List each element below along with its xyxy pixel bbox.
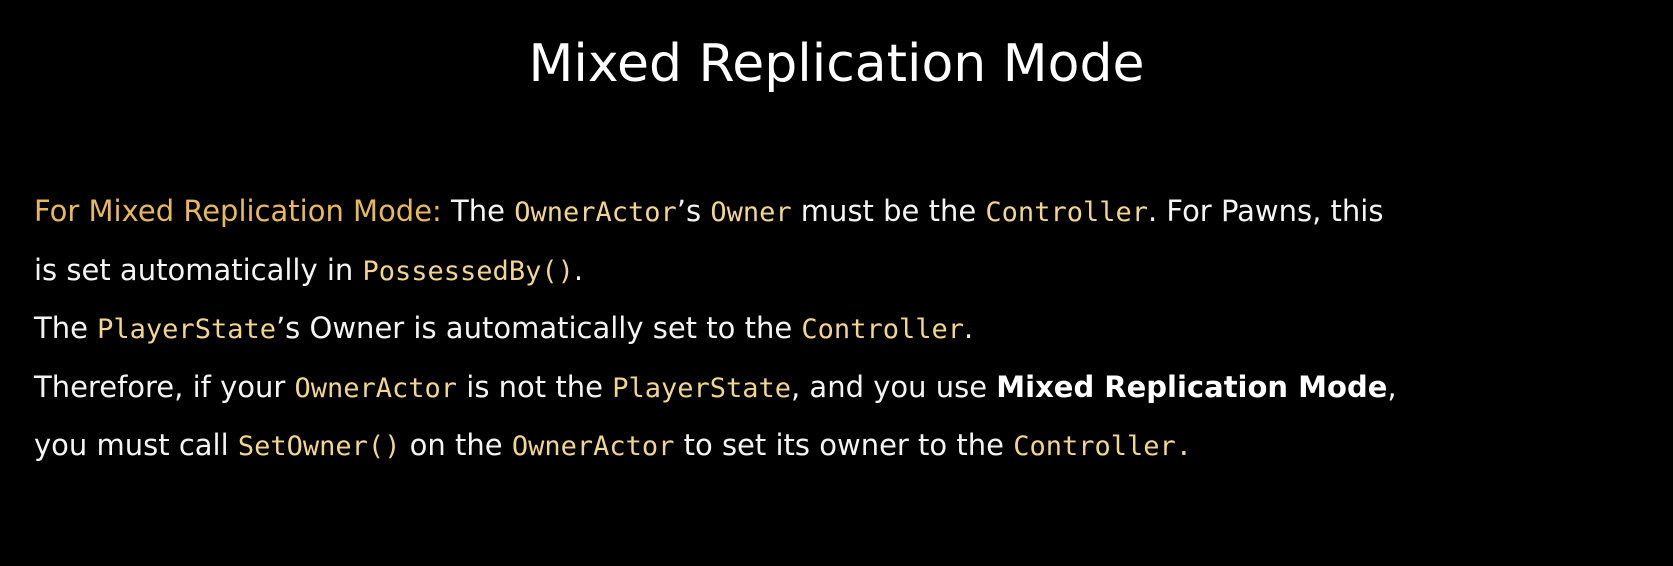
text-segment: ’s Owner is automatically set to the [275,311,802,345]
lead-label: For Mixed Replication Mode: [34,194,442,228]
body-line: Therefore, if your OwnerActor is not the… [34,359,1654,418]
text-segment: , [1387,369,1397,404]
text-segment: on the [400,428,512,462]
code-term: OwnerActor [294,372,458,404]
code-term: SetOwner() [237,431,401,462]
code-term: PlayerState [612,372,791,404]
code-term: OwnerActor [514,197,677,228]
slide-body: For Mixed Replication Mode: The OwnerAct… [34,183,1654,476]
body-line: The PlayerState’s Owner is automatically… [34,300,1654,359]
text-segment: The [34,311,98,345]
code-term: Controller [985,197,1148,228]
slide: Mixed Replication Mode For Mixed Replica… [0,0,1673,566]
text-segment: The [441,194,515,228]
code-term: OwnerActor [511,431,675,462]
text-segment: . For Pawns, this [1147,194,1384,228]
text-segment: is set automatically in [34,252,363,287]
code-term: Controller [801,314,964,345]
text-segment: ’s [676,194,711,228]
text-segment: , and you use [791,369,997,404]
text-segment: you must call [34,428,238,462]
bold-term: Mixed Replication Mode [996,369,1388,404]
text-segment: . [573,252,584,287]
slide-title: Mixed Replication Mode [528,34,1145,94]
body-line: you must call SetOwner() on the OwnerAct… [34,417,1654,476]
text-segment: Therefore, if your [34,369,295,404]
code-term: Owner [710,197,792,228]
code-term: Controller. [1013,431,1193,462]
body-line: For Mixed Replication Mode: The OwnerAct… [34,183,1654,242]
text-segment: is not the [457,369,613,404]
text-segment: must be the [791,194,986,228]
text-segment: to set its owner to the [674,428,1014,462]
body-line: is set automatically in PossessedBy(). [34,242,1654,301]
code-term: PlayerState [97,314,276,345]
code-term: PossessedBy() [362,255,574,287]
text-segment: . [963,311,974,345]
